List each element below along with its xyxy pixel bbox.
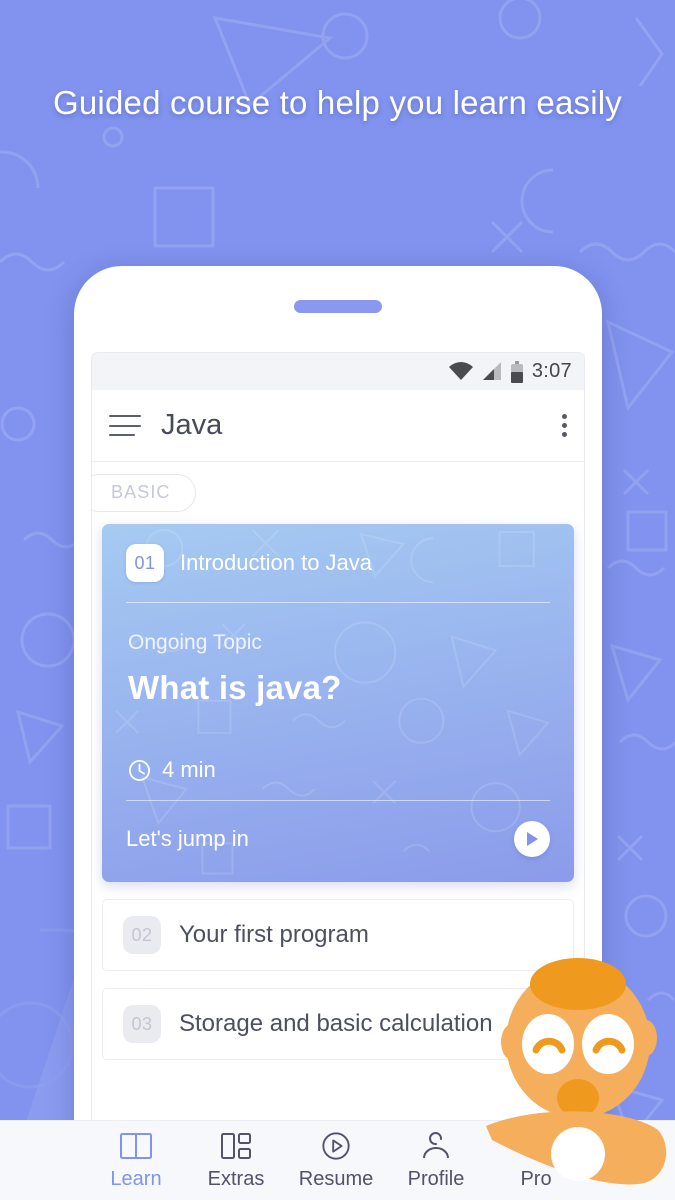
nav-label: Extras — [207, 1167, 265, 1190]
page-title: Guided course to help you learn easily — [53, 84, 622, 121]
signal-icon — [482, 362, 501, 380]
nav-label: Profile — [407, 1167, 465, 1190]
nav-item-learn[interactable]: Learn — [86, 1131, 186, 1191]
hamburger-menu-icon[interactable] — [109, 415, 141, 436]
book-icon — [120, 1132, 152, 1159]
cta-label: Let's jump in — [126, 826, 249, 851]
category-tabs: BASIC — [92, 462, 584, 524]
duration-row: 4 min — [126, 707, 550, 800]
lesson-title: Storage and basic calculation — [179, 1010, 493, 1037]
play-icon[interactable] — [514, 821, 550, 857]
overflow-menu-icon[interactable] — [562, 414, 567, 437]
app-bar: Java — [92, 390, 584, 462]
topic-title: What is java? — [128, 669, 342, 706]
status-clock: 3:07 — [531, 360, 572, 382]
ongoing-label: Ongoing Topic — [128, 631, 262, 654]
battery-icon — [510, 360, 523, 383]
nav-label: Learn — [110, 1167, 162, 1190]
play-circle-icon — [322, 1131, 350, 1160]
wifi-icon — [448, 362, 473, 380]
lesson-title: Your first program — [179, 921, 369, 948]
grid-icon — [221, 1132, 251, 1159]
status-bar: 3:07 — [92, 353, 584, 390]
mascot-illustration — [486, 958, 667, 1185]
clock-icon — [128, 759, 151, 781]
lesson-number-badge: 03 — [123, 1005, 161, 1043]
lesson-number-badge: 01 — [126, 544, 164, 582]
lesson-number-badge: 02 — [123, 916, 161, 954]
featured-lesson-card[interactable]: 01 Introduction to Java Ongoing Topic Wh… — [102, 524, 574, 882]
nav-label: Resume — [298, 1167, 374, 1190]
chapter-title: Introduction to Java — [180, 550, 373, 575]
phone-speaker — [294, 300, 382, 313]
card-header: 01 Introduction to Java — [126, 544, 550, 602]
app-bar-title: Java — [161, 409, 223, 441]
nav-item-resume[interactable]: Resume — [286, 1131, 386, 1191]
duration-text: 4 min — [162, 757, 216, 782]
person-icon — [423, 1131, 449, 1158]
tab-basic[interactable]: BASIC — [92, 474, 196, 512]
cta-row[interactable]: Let's jump in — [126, 801, 550, 857]
nav-item-profile[interactable]: Profile — [386, 1131, 486, 1191]
nav-item-extras[interactable]: Extras — [186, 1131, 286, 1191]
